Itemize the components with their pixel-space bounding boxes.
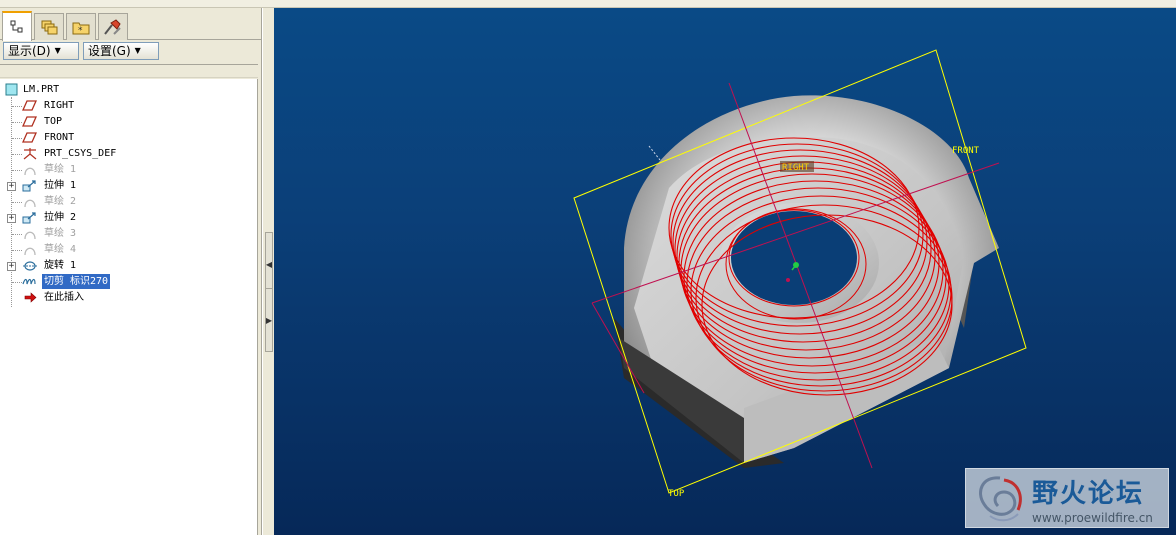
tree-item-extrude-1[interactable]: 拉伸 1 xyxy=(22,178,222,193)
sketch-icon xyxy=(24,231,36,240)
settings-menu-button[interactable]: 设置(G) ▼ xyxy=(83,42,159,60)
tree-connector xyxy=(12,138,22,139)
chevron-down-icon: ▼ xyxy=(54,46,61,55)
tree-item-label: FRONT xyxy=(44,132,75,143)
navigator-panel: * 显示(D) ▼ 设置(G) ▼ + + + LM.PRT RIGHT TOP… xyxy=(0,8,262,535)
layers-icon xyxy=(41,20,58,35)
chevron-down-icon: ▼ xyxy=(134,46,141,55)
datum-label-top[interactable]: TOP xyxy=(668,489,685,499)
tree-item-label: 拉伸 2 xyxy=(44,212,77,223)
expand-right-button[interactable]: ▶ xyxy=(265,288,273,352)
tree-connector xyxy=(12,106,22,107)
sketch-icon xyxy=(24,167,36,176)
panel-splitter[interactable]: ◀ ▶ xyxy=(262,8,274,535)
tree-item-label: PRT_CSYS_DEF xyxy=(44,148,117,159)
folder-star-icon: * xyxy=(72,22,90,35)
expand-toggle-extrude-1[interactable]: + xyxy=(7,182,16,191)
tab-model-tree[interactable] xyxy=(2,11,32,41)
csys-icon xyxy=(23,148,37,160)
tree-item-sketch-1[interactable]: 草绘 1 xyxy=(22,162,222,177)
tree-item-cut-id-270[interactable]: 切剪 标识270 xyxy=(22,274,222,289)
datum-plane-icon xyxy=(22,116,38,127)
tree-connector xyxy=(12,122,22,123)
tree-item-lm-prt[interactable]: LM.PRT xyxy=(4,82,204,97)
settings-menu-label: 设置(G) xyxy=(88,44,131,58)
tree-item-sketch-4[interactable]: 草绘 4 xyxy=(22,242,222,257)
tree-item-label: 在此插入 xyxy=(44,292,84,303)
tree-item-label: 草绘 1 xyxy=(44,164,77,175)
app-window: * 显示(D) ▼ 设置(G) ▼ + + + LM.PRT RIGHT TOP… xyxy=(0,0,1176,535)
graphics-window[interactable]: FRONT TOP RIGHT xyxy=(274,8,1176,535)
revolve-icon xyxy=(23,261,37,271)
tree-item-top[interactable]: TOP xyxy=(22,114,222,129)
model-tree-icon xyxy=(10,20,23,33)
tree-item-label: 草绘 4 xyxy=(44,244,77,255)
tree-connector xyxy=(12,202,22,203)
tree-connector xyxy=(12,154,22,155)
chevron-left-icon: ◀ xyxy=(265,259,273,269)
show-menu-label: 显示(D) xyxy=(8,44,51,58)
datum-axis-stub xyxy=(648,145,661,161)
extrude-icon xyxy=(22,180,36,192)
tree-item-label: 草绘 2 xyxy=(44,196,77,207)
tree-item-label: 拉伸 1 xyxy=(44,180,77,191)
collapse-left-button[interactable]: ◀ xyxy=(265,232,273,296)
svg-text:*: * xyxy=(78,26,83,35)
tree-item-prt-csys-def[interactable]: PRT_CSYS_DEF xyxy=(22,146,222,161)
tools-icon xyxy=(104,19,121,35)
tree-item-label: LM.PRT xyxy=(23,84,60,95)
tree-item-sketch-3[interactable]: 草绘 3 xyxy=(22,226,222,241)
part-icon xyxy=(5,83,18,96)
datum-label-right[interactable]: RIGHT xyxy=(782,163,810,173)
datum-label-front[interactable]: FRONT xyxy=(952,146,980,156)
sketch-icon xyxy=(24,199,36,208)
watermark: 野火论坛 www.proewildfire.cn xyxy=(965,468,1169,528)
top-border xyxy=(0,0,1176,8)
tree-item-label: RIGHT xyxy=(44,100,75,111)
sketch-icon xyxy=(24,247,36,256)
tree-connector xyxy=(12,170,22,171)
cut-helix-icon xyxy=(22,278,36,285)
extrude-icon xyxy=(22,212,36,224)
chevron-right-icon: ▶ xyxy=(265,315,273,325)
watermark-title: 野火论坛 xyxy=(1032,479,1145,509)
watermark-url: www.proewildfire.cn xyxy=(1032,511,1153,525)
tree-item-revolve-1[interactable]: 旋转 1 xyxy=(22,258,222,273)
navigator-menubar: 显示(D) ▼ 设置(G) ▼ xyxy=(0,41,262,63)
tree-item-label: TOP xyxy=(44,116,63,127)
tree-connector xyxy=(12,234,22,235)
datum-plane-icon xyxy=(22,100,38,111)
tree-connector xyxy=(12,250,22,251)
tree-item-insert-here[interactable]: 在此插入 xyxy=(22,290,222,305)
tree-item-label: 切剪 标识270 xyxy=(42,274,111,289)
tree-item-extrude-2[interactable]: 拉伸 2 xyxy=(22,210,222,225)
tab-folder-browser[interactable]: * xyxy=(66,13,96,40)
expand-toggle-revolve-1[interactable]: + xyxy=(7,262,16,271)
tab-tools[interactable] xyxy=(98,13,128,40)
forum-logo-icon xyxy=(979,476,1022,522)
tree-item-label: 旋转 1 xyxy=(44,260,77,271)
datum-plane-icon xyxy=(22,132,38,143)
show-menu-button[interactable]: 显示(D) ▼ xyxy=(3,42,79,60)
tree-connector xyxy=(12,282,22,283)
tree-item-sketch-2[interactable]: 草绘 2 xyxy=(22,194,222,209)
expand-toggle-extrude-2[interactable]: + xyxy=(7,214,16,223)
tree-item-right[interactable]: RIGHT xyxy=(22,98,222,113)
insert-here-icon xyxy=(24,292,37,303)
model-tree: + + + LM.PRT RIGHT TOP FRONT PRT_CSYS_DE… xyxy=(0,79,258,535)
tree-item-front[interactable]: FRONT xyxy=(22,130,222,145)
tree-column-header xyxy=(0,64,258,78)
tree-item-label: 草绘 3 xyxy=(44,228,77,239)
model-view[interactable]: FRONT TOP RIGHT xyxy=(274,8,1176,535)
navigator-tabs: * xyxy=(0,10,262,41)
tab-layers[interactable] xyxy=(34,13,64,40)
